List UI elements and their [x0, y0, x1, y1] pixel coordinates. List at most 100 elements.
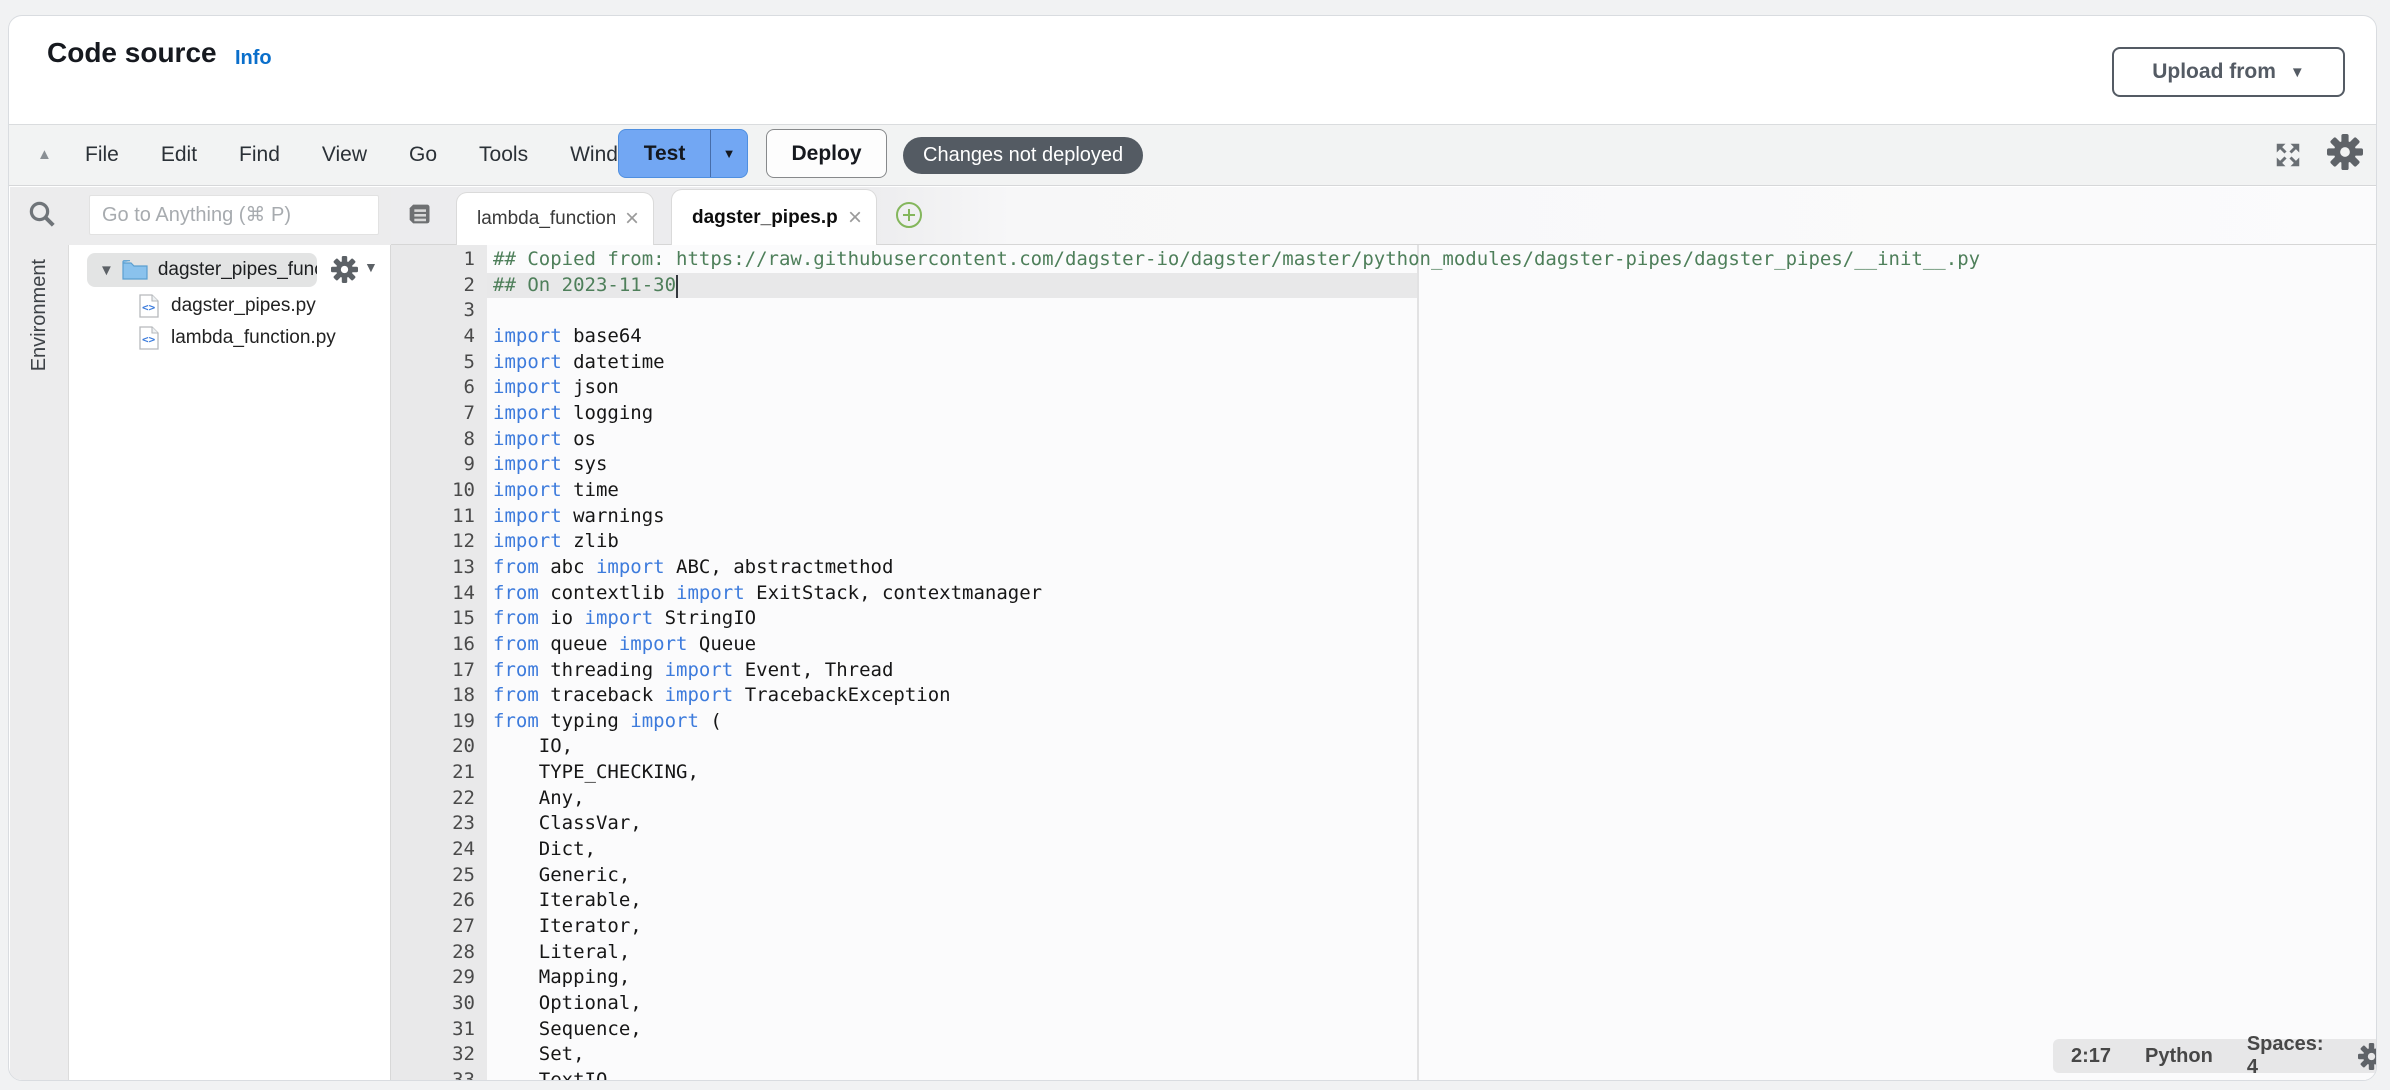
tree-settings-caret-icon[interactable]: ▼ [364, 259, 378, 275]
code-line: import warnings [493, 504, 1980, 530]
menu-item-tools[interactable]: Tools [458, 143, 549, 167]
line-number: 11 [391, 504, 475, 530]
tab-label: lambda_function. [477, 208, 615, 230]
line-number: 12 [391, 529, 475, 555]
code-line [493, 298, 1980, 324]
code-line: Literal, [493, 940, 1980, 966]
tab-list-icon[interactable] [405, 200, 433, 228]
tree-folder-row[interactable]: ▼ dagster_pipes_funct [87, 253, 317, 287]
statusbar-gear-icon[interactable] [2358, 1043, 2377, 1070]
line-number: 8 [391, 427, 475, 453]
folder-expand-icon[interactable]: ▼ [99, 262, 114, 279]
tree-file-lambda_function-py[interactable]: <>lambda_function.py [139, 323, 336, 353]
line-number: 9 [391, 452, 475, 478]
code-line: from typing import ( [493, 709, 1980, 735]
ide-settings-gear-icon[interactable] [2327, 134, 2363, 170]
code-line: Iterable, [493, 888, 1980, 914]
tree-file-label: dagster_pipes.py [171, 295, 316, 317]
tab-lambda-function[interactable]: lambda_function. × [456, 192, 654, 245]
line-number: 7 [391, 401, 475, 427]
status-badge: Changes not deployed [903, 137, 1143, 174]
line-number: 14 [391, 581, 475, 607]
goto-anything-input[interactable] [89, 195, 379, 235]
language-mode[interactable]: Python [2145, 1045, 2213, 1068]
line-number: 6 [391, 375, 475, 401]
deploy-button[interactable]: Deploy [766, 129, 887, 178]
line-number: 29 [391, 965, 475, 991]
menu-item-view[interactable]: View [301, 143, 388, 167]
line-number: 1 [391, 247, 475, 273]
menu-item-file[interactable]: File [64, 143, 140, 167]
code-line: Any, [493, 786, 1980, 812]
upload-from-label: Upload from [2152, 60, 2276, 84]
tree-folder-label: dagster_pipes_funct [158, 259, 317, 281]
fullscreen-icon[interactable] [2273, 140, 2303, 170]
code-line: import os [493, 427, 1980, 453]
folder-icon [122, 260, 148, 280]
collapse-menubar-icon[interactable]: ▲ [37, 146, 52, 163]
search-icon[interactable] [27, 199, 57, 229]
line-number: 17 [391, 658, 475, 684]
line-number: 15 [391, 606, 475, 632]
line-number: 13 [391, 555, 475, 581]
line-number: 18 [391, 683, 475, 709]
code-line: from abc import ABC, abstractmethod [493, 555, 1980, 581]
line-number: 30 [391, 991, 475, 1017]
test-dropdown-icon[interactable]: ▼ [711, 130, 747, 177]
line-number: 32 [391, 1042, 475, 1068]
tree-settings-gear-icon[interactable] [331, 256, 358, 283]
close-icon[interactable]: × [848, 206, 862, 230]
line-number: 23 [391, 811, 475, 837]
menu-item-find[interactable]: Find [218, 143, 301, 167]
new-tab-icon[interactable] [895, 201, 923, 229]
test-button[interactable]: Test ▼ [618, 129, 748, 178]
test-button-label: Test [619, 130, 711, 177]
line-number: 25 [391, 863, 475, 889]
code-line: import json [493, 375, 1980, 401]
close-icon[interactable]: × [625, 207, 639, 231]
code-line: import datetime [493, 350, 1980, 376]
file-tree [69, 245, 391, 1081]
tree-file-label: lambda_function.py [171, 327, 336, 349]
tab-label: dagster_pipes.py [692, 207, 838, 229]
line-number: 33 [391, 1068, 475, 1081]
tab-dagster-pipes[interactable]: dagster_pipes.py × [671, 189, 877, 245]
line-number: 10 [391, 478, 475, 504]
tree-file-dagster_pipes-py[interactable]: <> dagster_pipes.py [139, 291, 316, 321]
menu-item-go[interactable]: Go [388, 143, 458, 167]
line-numbers: 1234567891011121314151617181920212223242… [391, 247, 475, 1081]
code-line: import sys [493, 452, 1980, 478]
environment-panel-tab[interactable]: Environment [10, 245, 69, 1081]
code-line: ## Copied from: https://raw.githubuserco… [493, 247, 1980, 273]
code-line: import time [493, 478, 1980, 504]
line-number: 5 [391, 350, 475, 376]
menu-item-edit[interactable]: Edit [140, 143, 218, 167]
line-number: 21 [391, 760, 475, 786]
code-line: ClassVar, [493, 811, 1980, 837]
code-file-icon: <> [139, 294, 159, 318]
code-line: Set, [493, 1042, 1980, 1068]
code-line: TextIO [493, 1068, 1980, 1081]
upload-from-button[interactable]: Upload from ▼ [2112, 47, 2345, 97]
code-content: ## Copied from: https://raw.githubuserco… [493, 247, 1980, 1081]
code-line: TYPE_CHECKING, [493, 760, 1980, 786]
code-line: import zlib [493, 529, 1980, 555]
line-number: 20 [391, 734, 475, 760]
spaces-setting[interactable]: Spaces: 4 [2247, 1033, 2324, 1079]
code-line: from threading import Event, Thread [493, 658, 1980, 684]
code-line: from traceback import TracebackException [493, 683, 1980, 709]
code-source-card: Code source Info Upload from ▼ ▲ FileEdi… [8, 15, 2377, 1081]
code-line: import logging [493, 401, 1980, 427]
info-link[interactable]: Info [235, 47, 272, 70]
line-number: 22 [391, 786, 475, 812]
editor-statusbar: 2:17 Python Spaces: 4 [2053, 1039, 2377, 1073]
line-number: 31 [391, 1017, 475, 1043]
line-number: 27 [391, 914, 475, 940]
cursor-position[interactable]: 2:17 [2071, 1045, 2111, 1068]
code-line: from contextlib import ExitStack, contex… [493, 581, 1980, 607]
code-line: Generic, [493, 863, 1980, 889]
text-cursor [676, 275, 678, 298]
code-line: Dict, [493, 837, 1980, 863]
environment-label: Environment [28, 259, 51, 371]
code-line: Mapping, [493, 965, 1980, 991]
